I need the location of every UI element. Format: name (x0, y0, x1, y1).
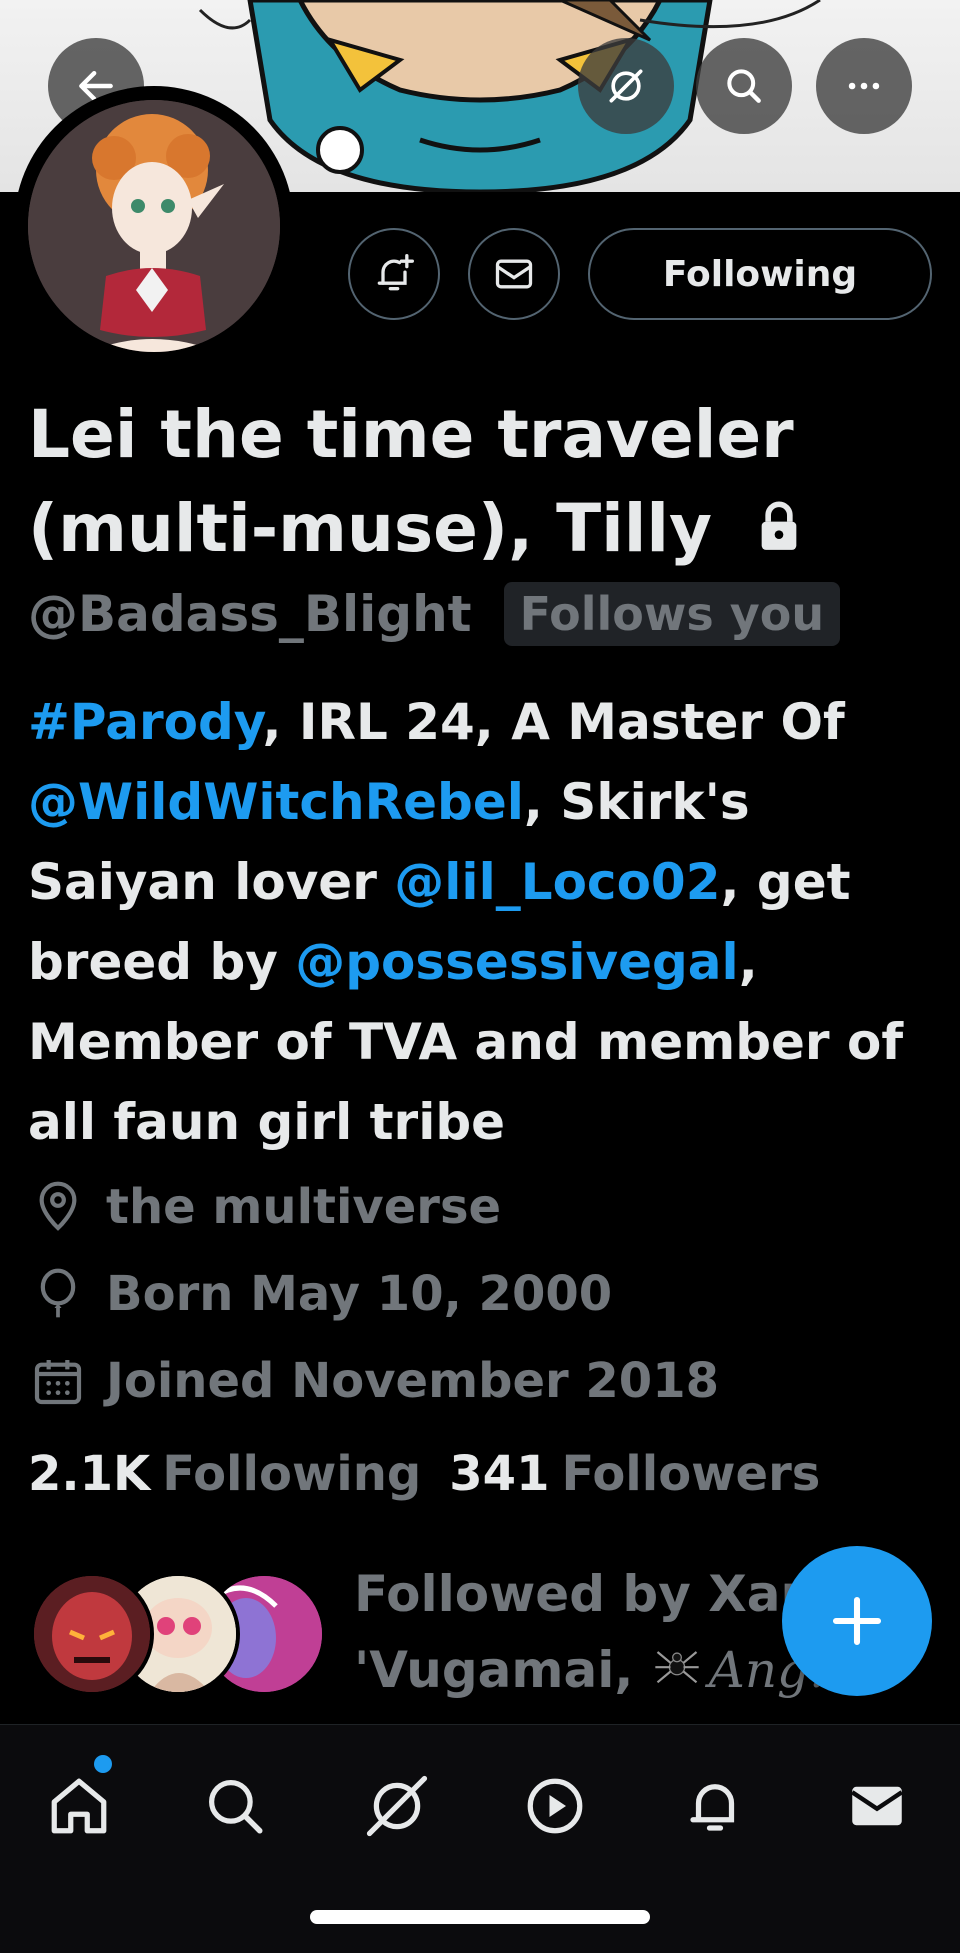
mention-link[interactable]: @lil_Loco02 (394, 853, 720, 911)
profile-avatar[interactable] (14, 86, 294, 366)
plus-icon (832, 1596, 882, 1646)
birthday-row: Born May 10, 2000 (30, 1259, 612, 1329)
follows-you-badge: Follows you (503, 582, 841, 646)
birthday-text: Born May 10, 2000 (106, 1266, 613, 1322)
followed-by-avatars[interactable] (30, 1572, 330, 1696)
calendar-icon (34, 1360, 82, 1405)
hashtag-link[interactable]: #Parody (28, 693, 262, 751)
search-icon (727, 69, 761, 103)
avatar-image (28, 100, 280, 352)
home-notification-dot (94, 1755, 112, 1773)
lock-icon (753, 486, 805, 580)
handle-row: @Badass_Blight Follows you (28, 578, 841, 650)
avatar (30, 1572, 154, 1696)
joined-text: Joined November 2018 (106, 1353, 719, 1409)
followers-label: Followers (561, 1446, 821, 1502)
location-text: the multiverse (106, 1179, 502, 1235)
home-indicator (310, 1910, 650, 1924)
nav-messages[interactable] (832, 1761, 922, 1851)
search-icon (209, 1780, 263, 1834)
following-label: Following (162, 1446, 422, 1502)
profile-bio: #Parody, IRL 24, A Master Of @WildWitchR… (28, 682, 940, 1162)
following-count: 2.1K (28, 1446, 151, 1502)
location-row: the multiverse (30, 1172, 501, 1242)
nav-grok[interactable] (352, 1761, 442, 1851)
balloon-icon (40, 1268, 76, 1318)
followed-by-text[interactable]: Followed by Xam 'Vugamai, Ang... (354, 1556, 854, 1712)
search-button[interactable] (696, 38, 792, 134)
envelope-icon (495, 259, 533, 289)
bell-plus-icon (377, 254, 414, 291)
mail-icon (851, 1786, 903, 1826)
followers-count: 341 (449, 1446, 550, 1502)
grok-button[interactable] (578, 38, 674, 134)
message-button[interactable] (468, 228, 560, 320)
display-name: Lei the time traveler (multi-muse), Till… (28, 396, 794, 567)
notifications-button[interactable] (348, 228, 440, 320)
nav-video[interactable] (510, 1761, 600, 1851)
profile-name: Lei the time traveler (multi-muse), Till… (28, 388, 928, 580)
nav-notifications[interactable] (670, 1761, 760, 1851)
follow-counts: 2.1K Following 341 Followers (28, 1446, 820, 1502)
nav-search[interactable] (190, 1761, 280, 1851)
grok-icon (366, 1775, 428, 1837)
more-horizontal-icon (848, 82, 880, 90)
followed-by-line2: 'Vugamai, Ang... (354, 1632, 854, 1712)
grok-icon (609, 69, 643, 103)
compose-button[interactable] (782, 1546, 932, 1696)
home-icon (51, 1778, 107, 1834)
mention-link[interactable]: @possessivegal (295, 933, 738, 991)
profile-handle: @Badass_Blight (28, 585, 472, 643)
bio-text: , IRL 24, A Master Of (262, 693, 845, 751)
spider-icon (651, 1636, 703, 1712)
location-pin-icon (39, 1181, 77, 1231)
play-icon (527, 1778, 583, 1834)
following-link[interactable]: 2.1K Following (28, 1446, 421, 1502)
joined-row: Joined November 2018 (30, 1346, 719, 1416)
more-button[interactable] (816, 38, 912, 134)
bell-icon (690, 1784, 735, 1831)
followers-link[interactable]: 341 Followers (449, 1446, 820, 1502)
mention-link[interactable]: @WildWitchRebel (28, 773, 524, 831)
following-button[interactable]: Following (588, 228, 932, 320)
nav-home[interactable] (34, 1761, 124, 1851)
followed-by-line1: Followed by Xam (354, 1565, 833, 1623)
